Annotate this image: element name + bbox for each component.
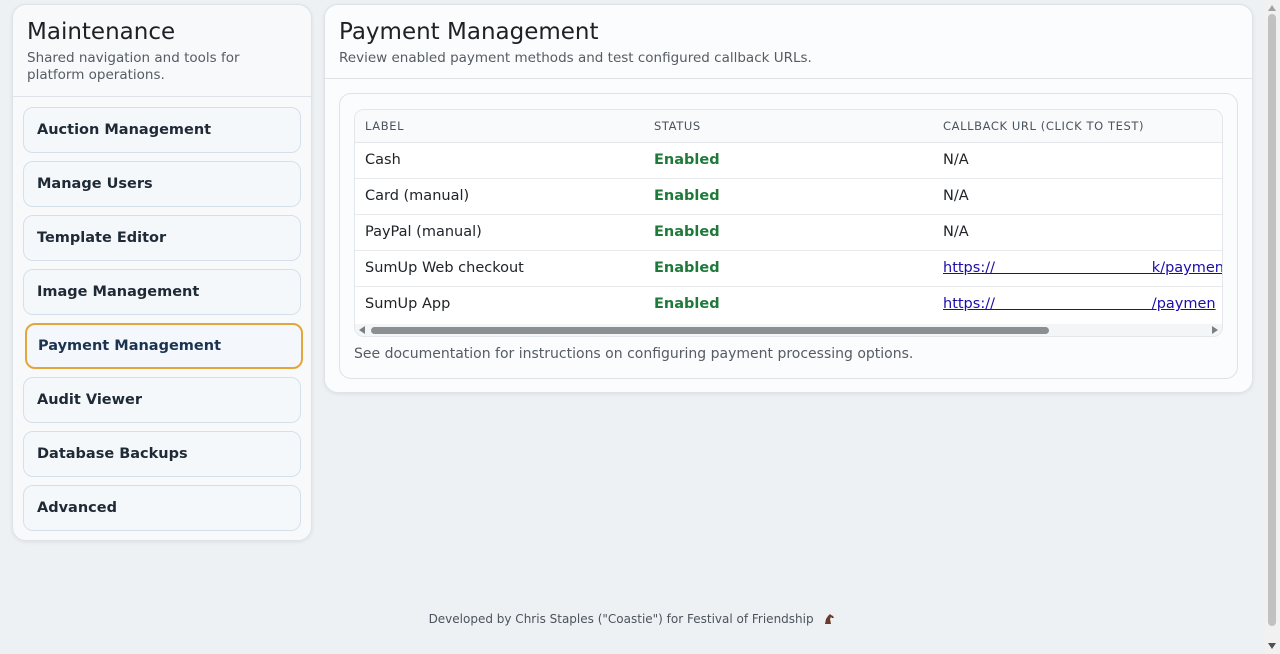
- nav-item-template-editor[interactable]: Template Editor: [23, 215, 301, 261]
- row-label: PayPal (manual): [355, 214, 644, 251]
- row-callback: https:// k/paymen: [933, 250, 1222, 287]
- page-subtitle: Review enabled payment methods and test …: [339, 50, 812, 66]
- table-row: SumUp Web checkout Enabled https:// k/pa…: [355, 250, 1222, 287]
- page-vertical-scrollbar[interactable]: [1265, 0, 1280, 654]
- row-label: Card (manual): [355, 178, 644, 215]
- nav-item-auction-management[interactable]: Auction Management: [23, 107, 301, 153]
- sidebar-subtitle: Shared navigation and tools for platform…: [27, 50, 240, 83]
- payment-methods-table-container[interactable]: LABEL STATUS CALLBACK URL (CLICK TO TEST…: [354, 109, 1223, 337]
- nav-item-audit-viewer[interactable]: Audit Viewer: [23, 377, 301, 423]
- table-header-row: LABEL STATUS CALLBACK URL (CLICK TO TEST…: [355, 110, 1222, 143]
- scroll-right-arrow-icon[interactable]: [1212, 326, 1218, 334]
- maintenance-sidebar: Maintenance Shared navigation and tools …: [12, 4, 312, 541]
- row-callback: N/A: [933, 178, 1222, 215]
- scroll-left-arrow-icon[interactable]: [359, 326, 365, 334]
- row-status: Enabled: [644, 214, 933, 251]
- row-label: Cash: [355, 142, 644, 179]
- documentation-note: See documentation for instructions on co…: [354, 346, 914, 362]
- scrollbar-thumb[interactable]: [371, 327, 1049, 334]
- column-header-status: STATUS: [644, 110, 933, 143]
- column-header-label: LABEL: [355, 110, 644, 143]
- row-callback: N/A: [933, 142, 1222, 179]
- sidebar-nav: Auction Management Manage Users Template…: [13, 97, 311, 531]
- row-status: Enabled: [654, 296, 720, 313]
- nav-item-advanced[interactable]: Advanced: [23, 485, 301, 531]
- sidebar-header: Maintenance Shared navigation and tools …: [13, 5, 311, 97]
- table-row: PayPal (manual) Enabled N/A: [355, 214, 1222, 251]
- table-horizontal-scrollbar[interactable]: [355, 324, 1222, 336]
- row-callback: https:// /paymen: [933, 286, 1222, 322]
- nav-item-image-management[interactable]: Image Management: [23, 269, 301, 315]
- page-title: Payment Management: [339, 19, 599, 45]
- panel-header: Payment Management Review enabled paymen…: [325, 5, 1252, 79]
- row-status: Enabled: [644, 178, 933, 215]
- payment-management-panel: Payment Management Review enabled paymen…: [324, 4, 1253, 393]
- payment-methods-card: LABEL STATUS CALLBACK URL (CLICK TO TEST…: [339, 93, 1238, 379]
- callback-url-link[interactable]: https:// /paymen: [943, 296, 1216, 312]
- table-row: Cash Enabled N/A: [355, 142, 1222, 179]
- nav-item-database-backups[interactable]: Database Backups: [23, 431, 301, 477]
- footer-text: Developed by Chris Staples ("Coastie") f…: [428, 612, 814, 626]
- horse-icon: [823, 613, 835, 625]
- scroll-down-arrow-icon[interactable]: [1268, 643, 1276, 649]
- row-label: SumUp App: [365, 296, 451, 313]
- row-callback: N/A: [933, 214, 1222, 251]
- payment-methods-table: LABEL STATUS CALLBACK URL (CLICK TO TEST…: [355, 110, 1222, 322]
- sidebar-title: Maintenance: [27, 19, 176, 45]
- page-scrollbar-thumb[interactable]: [1268, 14, 1276, 626]
- callback-url-link[interactable]: https:// k/paymen: [943, 260, 1222, 276]
- table-row: SumUp App Enabled https:// /paymen: [355, 286, 1222, 322]
- row-status: Enabled: [644, 142, 933, 179]
- footer: Developed by Chris Staples ("Coastie") f…: [0, 612, 1264, 626]
- column-header-callback-url: CALLBACK URL (CLICK TO TEST): [933, 110, 1222, 143]
- scroll-up-arrow-icon[interactable]: [1268, 5, 1276, 11]
- nav-item-manage-users[interactable]: Manage Users: [23, 161, 301, 207]
- table-row: Card (manual) Enabled N/A: [355, 178, 1222, 215]
- row-status: Enabled: [644, 250, 933, 287]
- row-label: SumUp Web checkout: [355, 250, 644, 287]
- nav-item-payment-management[interactable]: Payment Management: [25, 323, 303, 369]
